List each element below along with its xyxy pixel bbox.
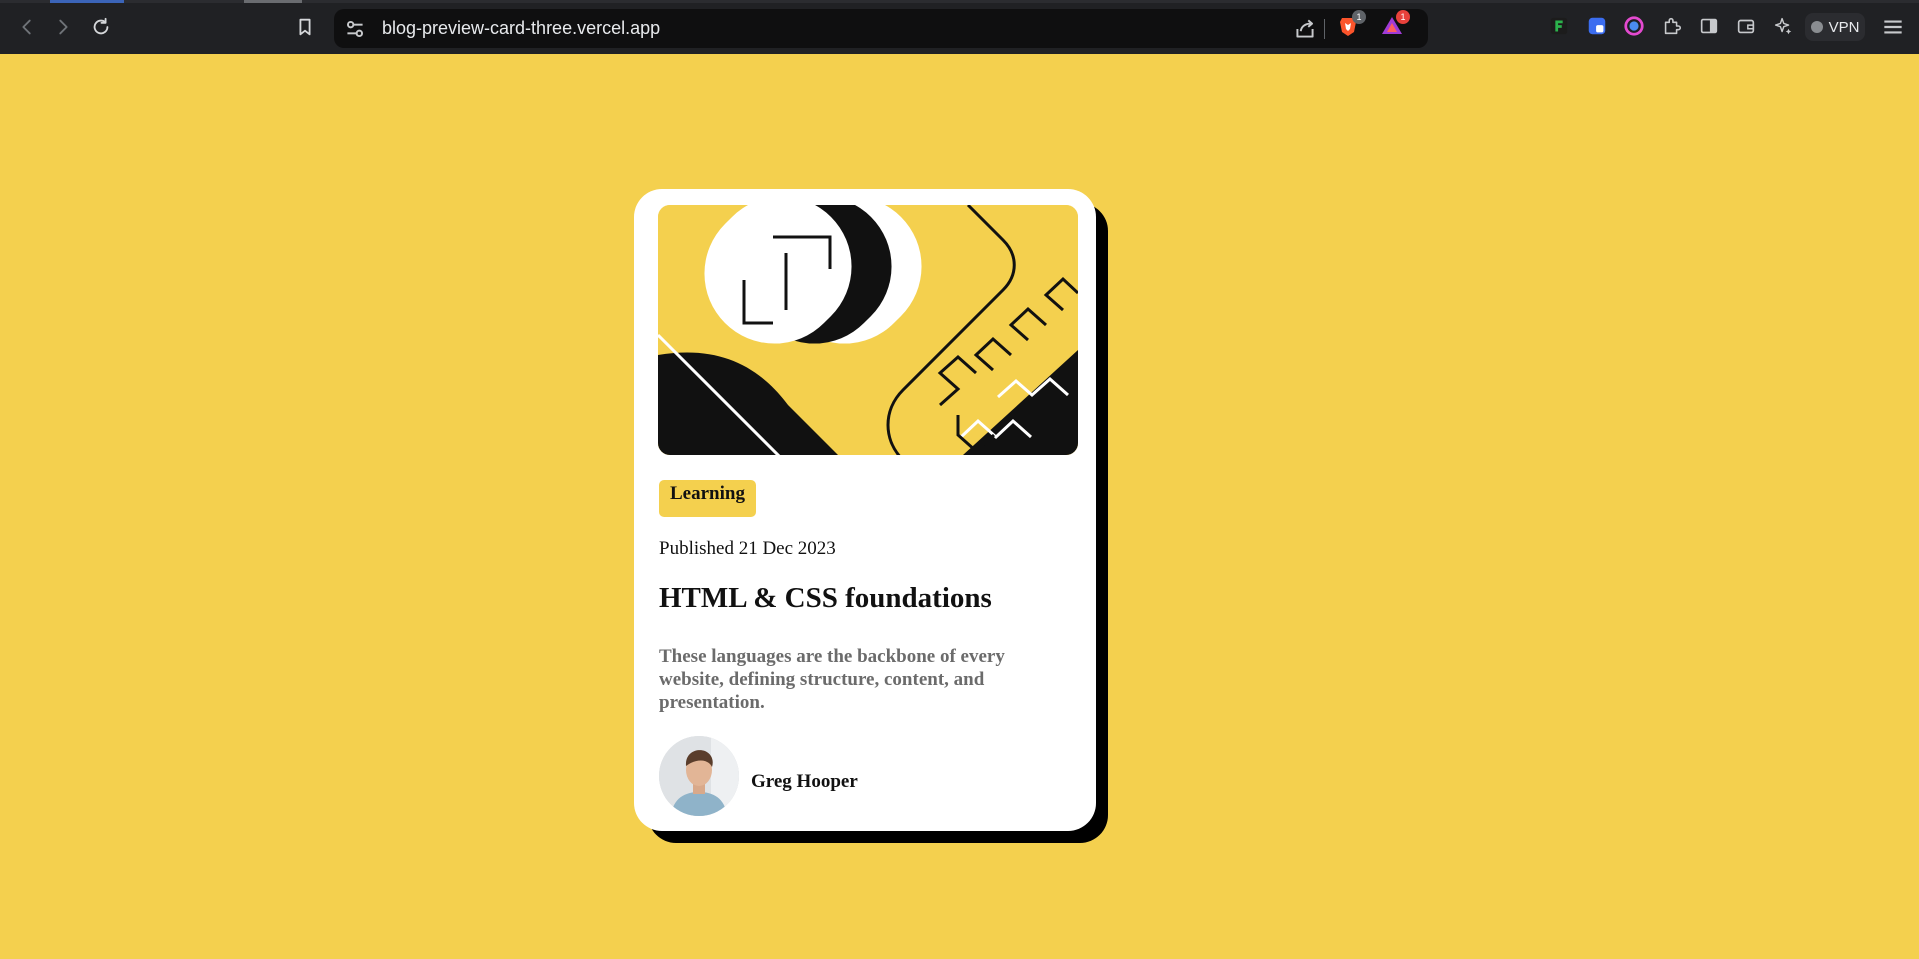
bookmark-icon	[299, 18, 311, 36]
vpn-button[interactable]: VPN	[1805, 13, 1865, 41]
reload-button[interactable]	[86, 12, 116, 42]
abstract-illustration-image	[658, 205, 1078, 455]
address-bar-divider	[1324, 19, 1325, 39]
reload-icon	[93, 17, 109, 35]
blog-preview-card: Learning Published 21 Dec 2023 HTML & CS…	[634, 189, 1096, 831]
card-illustration	[658, 205, 1078, 455]
brave-shields-button[interactable]: 1	[1336, 10, 1366, 38]
author-photo-image	[659, 736, 739, 816]
extension-blue-button[interactable]	[1585, 14, 1609, 38]
browser-toolbar: blog-preview-card-three.vercel.app 1 1 V…	[0, 0, 1919, 54]
extension-f-icon	[1550, 17, 1568, 35]
forward-button[interactable]	[48, 12, 78, 42]
sidebar-icon	[1700, 18, 1718, 34]
vpn-label: VPN	[1828, 18, 1860, 36]
extension-circle-button[interactable]	[1622, 14, 1646, 38]
rewards-count-badge: 1	[1396, 10, 1410, 24]
leo-ai-button[interactable]	[1771, 14, 1795, 38]
extension-ring-icon	[1624, 16, 1644, 36]
vpn-status-dot	[1810, 21, 1823, 33]
category-tag: Learning	[659, 480, 756, 517]
arrow-right-icon	[59, 19, 68, 35]
wallet-button[interactable]	[1734, 14, 1758, 38]
author-name: Greg Hooper	[751, 771, 858, 792]
share-icon[interactable]	[1292, 16, 1318, 42]
sidebar-toggle-button[interactable]	[1697, 14, 1721, 38]
wallet-icon	[1737, 19, 1755, 34]
extension-shield-icon	[1588, 17, 1606, 35]
author-avatar	[659, 736, 739, 816]
brave-rewards-button[interactable]: 1	[1380, 10, 1410, 38]
shield-count-badge: 1	[1352, 10, 1366, 24]
extensions-button[interactable]	[1660, 14, 1684, 38]
menu-icon[interactable]	[1880, 14, 1906, 40]
tab-active-indicator[interactable]	[50, 0, 124, 3]
address-bar[interactable]: blog-preview-card-three.vercel.app 1 1	[334, 9, 1428, 48]
puzzle-icon	[1664, 17, 1682, 35]
sparkle-icon	[1774, 17, 1792, 35]
card-description: These languages are the backbone of ever…	[659, 646, 1005, 713]
site-settings-icon[interactable]	[342, 16, 368, 42]
bookmark-button[interactable]	[290, 12, 320, 42]
url-text[interactable]: blog-preview-card-three.vercel.app	[382, 9, 660, 48]
arrow-left-icon	[22, 19, 31, 35]
back-button[interactable]	[12, 12, 42, 42]
extension-feedly-button[interactable]	[1547, 14, 1571, 38]
published-date: Published 21 Dec 2023	[659, 538, 836, 559]
card-title[interactable]: HTML & CSS foundations	[659, 582, 992, 615]
tab-indicator[interactable]	[244, 0, 302, 3]
